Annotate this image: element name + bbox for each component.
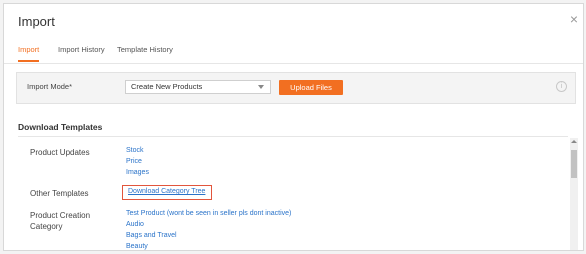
link-images[interactable]: Images <box>126 169 149 176</box>
templates-section: Product Updates Stock Price Images Other… <box>18 136 568 250</box>
tab-bar: Import Import History Template History <box>4 40 583 64</box>
other-templates-label: Other Templates <box>30 189 89 198</box>
import-mode-panel: Import Mode* Create New Products Upload … <box>16 72 576 104</box>
link-price[interactable]: Price <box>126 158 142 165</box>
tab-template-history[interactable]: Template History <box>117 45 173 60</box>
upload-files-button[interactable]: Upload Files <box>279 80 343 95</box>
product-creation-label: Product Creation Category <box>30 211 91 231</box>
import-mode-selected-value: Create New Products <box>131 82 203 91</box>
scroll-thumb[interactable] <box>571 150 577 178</box>
scroll-up-icon[interactable] <box>571 140 577 143</box>
link-bags-and-travel[interactable]: Bags and Travel <box>126 232 177 239</box>
tab-import[interactable]: Import <box>18 45 40 62</box>
close-icon[interactable]: × <box>567 12 581 26</box>
link-beauty[interactable]: Beauty <box>126 243 148 250</box>
link-download-category-tree[interactable]: Download Category Tree <box>128 188 205 195</box>
info-icon[interactable]: i <box>556 81 567 92</box>
link-audio[interactable]: Audio <box>126 221 144 228</box>
tab-import-history[interactable]: Import History <box>58 45 105 60</box>
link-test-product[interactable]: Test Product (wont be seen in seller pls… <box>126 210 291 217</box>
link-stock[interactable]: Stock <box>126 147 144 154</box>
product-updates-label: Product Updates <box>30 148 90 157</box>
import-mode-label: Import Mode* <box>27 82 73 91</box>
dialog-title: Import <box>18 14 55 29</box>
download-templates-heading: Download Templates <box>18 122 103 132</box>
chevron-down-icon <box>258 85 264 89</box>
import-dialog: Import × Import Import History Template … <box>3 3 584 251</box>
import-mode-select[interactable]: Create New Products <box>125 80 271 94</box>
templates-scrollbar[interactable] <box>570 138 578 250</box>
